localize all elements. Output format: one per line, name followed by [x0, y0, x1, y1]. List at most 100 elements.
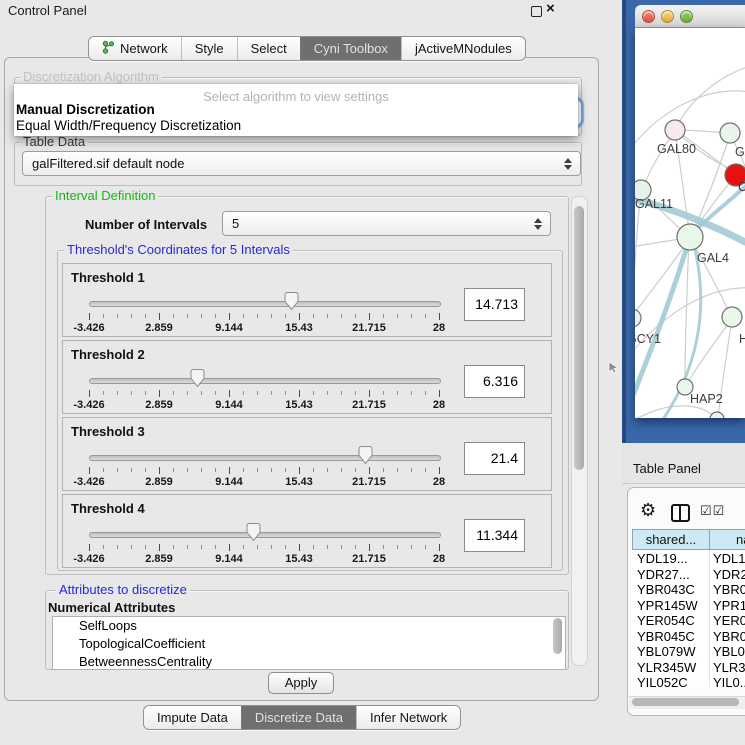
tab-label: Impute Data — [157, 710, 228, 725]
table-row[interactable]: YER054CYER0... — [632, 613, 745, 629]
slider-tick — [257, 391, 258, 395]
network-node[interactable] — [665, 120, 685, 140]
slider-tick — [117, 545, 118, 549]
slider-tick — [173, 468, 174, 472]
slider-tick — [145, 391, 146, 395]
network-edge[interactable] — [675, 66, 745, 130]
slider-tick — [341, 545, 342, 549]
threshold-3-panel: Threshold 3-3.4262.8599.14415.4321.71528… — [62, 417, 552, 491]
slider-tick — [271, 391, 272, 395]
cell-name: YBL0... — [713, 644, 745, 660]
slider-tick — [439, 467, 440, 474]
slider-tick — [369, 467, 370, 474]
table-row[interactable]: YBL079W YBL0... — [632, 644, 745, 660]
network-node[interactable] — [677, 224, 703, 250]
split-columns-icon[interactable] — [671, 504, 690, 522]
threshold-value-field[interactable]: 14.713 — [464, 288, 525, 321]
table-row[interactable]: YBR043CYBR0... — [632, 582, 745, 598]
network-view-canvas[interactable]: GAL80GACGAL11GAL4GCY1HHAP2 — [635, 28, 745, 418]
cell-name: YIL0... — [713, 675, 745, 687]
table-row[interactable]: YIL052CYIL0... — [632, 675, 745, 687]
apply-button[interactable]: Apply — [268, 672, 334, 694]
network-node[interactable] — [635, 309, 641, 327]
network-edge[interactable] — [635, 406, 715, 418]
threshold-label: Threshold 1 — [71, 270, 145, 285]
popup-option-manual-discretization[interactable]: Manual Discretization — [16, 102, 155, 117]
thresholds-group-title: Threshold's Coordinates for 5 Intervals — [64, 243, 293, 257]
minimize-button[interactable] — [661, 10, 674, 23]
tab-style[interactable]: Style — [181, 37, 237, 60]
network-window-titlebar[interactable] — [635, 5, 745, 28]
column-header-shared-name[interactable]: shared... — [632, 529, 710, 550]
close-panel-icon[interactable]: × — [546, 0, 555, 17]
cell-shared-name: YBR043C — [637, 582, 707, 598]
slider-tick-label: 2.859 — [145, 553, 173, 565]
table-row[interactable]: YDR27...YDR2... — [632, 567, 745, 583]
network-node[interactable] — [720, 123, 740, 143]
network-edge[interactable] — [635, 239, 689, 315]
slider-tick-label: 9.144 — [215, 476, 243, 488]
slider-tick — [411, 545, 412, 549]
threshold-slider-thumb[interactable] — [189, 368, 206, 388]
threshold-value-field[interactable]: 21.4 — [464, 442, 525, 475]
table-data-combobox[interactable]: galFiltered.sif default node — [22, 151, 581, 176]
threshold-slider-thumb[interactable] — [245, 522, 262, 542]
slider-tick — [173, 314, 174, 318]
float-panel-icon[interactable] — [531, 6, 542, 17]
cell-shared-name: YBR045C — [637, 629, 707, 645]
slider-tick-label: 21.715 — [352, 399, 386, 411]
slider-tick — [215, 468, 216, 472]
slider-tick — [397, 314, 398, 318]
tab-jactivemnodules[interactable]: jActiveMNodules — [401, 37, 525, 60]
attribute-list-item[interactable]: SelfLoops — [53, 617, 565, 635]
threshold-value-field[interactable]: 11.344 — [464, 519, 525, 552]
slider-tick — [397, 468, 398, 472]
cell-name: YDR2... — [713, 567, 745, 583]
table-row[interactable]: YPR145WYPR1... — [632, 598, 745, 614]
tab-label: Select — [251, 41, 287, 56]
network-edge[interactable] — [685, 239, 689, 385]
desktop-edge — [622, 0, 626, 443]
table-row[interactable]: YBR045CYBR0... — [632, 629, 745, 645]
close-button[interactable] — [642, 10, 655, 23]
slider-tick — [425, 468, 426, 472]
slider-tick — [341, 468, 342, 472]
slider-tick-label: 15.43 — [285, 476, 313, 488]
table-row[interactable]: YDL19...YDL1... — [632, 551, 745, 567]
slider-tick-label: 9.144 — [215, 322, 243, 334]
tab-network[interactable]: Network — [89, 37, 181, 60]
num-intervals-combobox[interactable]: 5 — [222, 211, 551, 236]
zoom-button[interactable] — [680, 10, 693, 23]
threshold-slider-track[interactable] — [89, 378, 441, 384]
threshold-slider-track[interactable] — [89, 532, 441, 538]
checkboxes-icon[interactable]: ☑☑ — [700, 503, 725, 519]
threshold-slider-track[interactable] — [89, 455, 441, 461]
gear-icon[interactable]: ⚙ — [640, 501, 656, 519]
tab-impute-data[interactable]: Impute Data — [144, 706, 241, 729]
attributes-scrollbar-thumb[interactable] — [553, 618, 562, 654]
threshold-slider-thumb[interactable] — [357, 445, 374, 465]
slider-tick — [425, 391, 426, 395]
tab-infer-network[interactable]: Infer Network — [356, 706, 460, 729]
tab-select[interactable]: Select — [237, 37, 300, 60]
tab-label: Infer Network — [370, 710, 447, 725]
table-hscrollbar-thumb[interactable] — [632, 698, 739, 706]
tab-cyni-toolbox[interactable]: Cyni Toolbox — [300, 37, 401, 60]
threshold-slider-track[interactable] — [89, 301, 441, 307]
settings-scrollbar-thumb[interactable] — [574, 206, 584, 470]
slider-tick — [187, 391, 188, 395]
tab-discretize-data[interactable]: Discretize Data — [241, 706, 356, 729]
popup-option-equal-width-frequency[interactable]: Equal Width/Frequency Discretization — [16, 118, 241, 133]
attribute-list-item[interactable]: BetweennessCentrality — [53, 653, 565, 670]
cell-shared-name: YBL079W — [637, 644, 707, 660]
attribute-list-item[interactable]: TopologicalCoefficient — [53, 635, 565, 653]
slider-tick — [173, 545, 174, 549]
panel-title: Control Panel — [8, 3, 87, 18]
threshold-value-field[interactable]: 6.316 — [464, 365, 525, 398]
network-node[interactable] — [722, 307, 742, 327]
threshold-slider-thumb[interactable] — [283, 291, 300, 311]
column-header-name[interactable]: na... — [709, 529, 745, 550]
slider-tick — [425, 314, 426, 318]
table-row[interactable]: YLR345WYLR3... — [632, 660, 745, 676]
network-node[interactable] — [710, 412, 724, 418]
